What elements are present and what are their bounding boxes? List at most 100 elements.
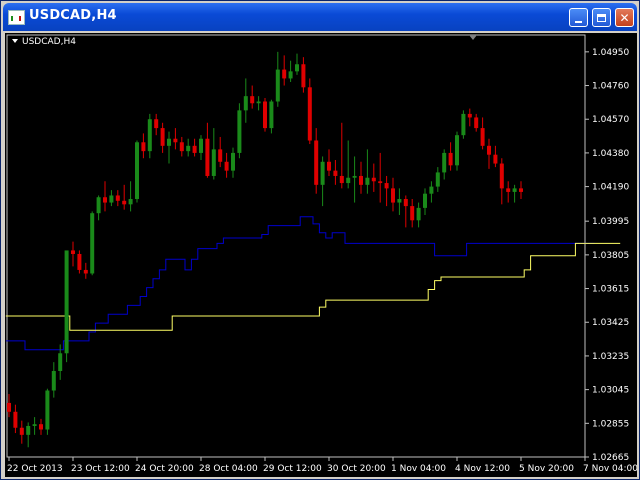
lower-channel-line	[5, 242, 621, 331]
candle-body	[365, 177, 370, 185]
candle-body	[211, 149, 216, 176]
candle-body	[71, 250, 75, 254]
close-button[interactable]: ✕	[615, 8, 634, 27]
candle-body	[499, 163, 504, 189]
symbol-label: USDCAD,H4	[12, 37, 76, 47]
x-tick-label: 22 Oct 2013	[7, 464, 63, 474]
candle-body	[275, 69, 280, 102]
x-tick-label: 4 Nov 12:00	[455, 464, 510, 474]
y-tick-label: 1.03615	[592, 285, 629, 295]
x-tick-label: 29 Oct 12:00	[263, 464, 322, 474]
x-tick-label: 30 Oct 20:00	[327, 464, 386, 474]
candle-body	[288, 71, 293, 79]
candle-body	[90, 213, 95, 274]
candle-body	[51, 371, 56, 391]
candle-body	[26, 425, 31, 435]
candle-body	[448, 152, 453, 166]
candle-body	[128, 199, 133, 205]
candle-body	[506, 188, 511, 192]
candle-body	[295, 64, 299, 72]
x-tick-label: 24 Oct 20:00	[135, 464, 194, 474]
candle-body	[397, 199, 402, 203]
title-bar[interactable]: USDCAD,H4 ✕	[3, 3, 637, 31]
candle-body	[115, 195, 120, 201]
x-tick-label: 5 Nov 20:00	[519, 464, 574, 474]
candle-body	[160, 128, 165, 146]
candle-body	[403, 199, 408, 207]
candle-body	[39, 424, 43, 430]
candle-body	[103, 197, 107, 203]
candle-body	[218, 149, 223, 162]
y-tick-label: 1.02855	[592, 419, 629, 429]
candle-body	[96, 197, 101, 214]
candle-body	[512, 188, 517, 192]
candle-body	[461, 113, 466, 136]
candle-body	[199, 138, 203, 153]
candle-body	[314, 140, 319, 185]
candle-body	[83, 269, 88, 274]
candle-body	[135, 142, 139, 200]
candle-body	[429, 186, 434, 194]
y-tick-label: 1.04760	[592, 82, 629, 92]
candle-body	[224, 161, 229, 171]
candle-body	[269, 101, 274, 129]
terminal-chart-icon	[8, 10, 25, 25]
candle-body	[256, 101, 261, 104]
y-tick-label: 1.04190	[592, 183, 629, 193]
y-tick-label: 1.03425	[592, 318, 629, 328]
candle-body	[147, 119, 152, 152]
dropdown-arrow-icon	[12, 39, 18, 43]
candle-body	[19, 427, 24, 435]
candle-body	[45, 390, 50, 430]
candle-body	[77, 253, 82, 270]
candle-body	[250, 96, 255, 104]
candle-body	[352, 175, 357, 178]
candle-body	[416, 207, 421, 221]
y-tick-label: 1.03805	[592, 251, 629, 261]
y-tick-label: 1.02665	[592, 453, 629, 463]
candle-body	[391, 188, 395, 203]
candle-body	[384, 183, 389, 189]
x-tick-label: 28 Oct 04:00	[199, 464, 258, 474]
candle-body	[154, 119, 159, 129]
candle-body	[467, 113, 472, 118]
candle-body	[442, 152, 447, 173]
candle-body	[32, 424, 37, 426]
candle-body	[186, 145, 191, 152]
candle-body	[339, 175, 344, 184]
y-tick-label: 1.04570	[592, 115, 629, 125]
x-tick-label: 23 Oct 12:00	[71, 464, 130, 474]
candle-body	[346, 177, 351, 184]
candle-body	[435, 172, 440, 187]
minimize-button[interactable]	[569, 8, 588, 27]
candle-body	[327, 161, 331, 171]
candle-body	[320, 161, 325, 185]
candle-body	[7, 402, 11, 412]
candle-body	[192, 145, 197, 153]
price-chart[interactable]: 1.04950 1.04760 1.04570 1.04380 1.04190 1.039…	[5, 33, 637, 477]
y-tick-label: 1.04380	[592, 149, 629, 159]
y-tick-label: 1.04950	[592, 48, 629, 58]
maximize-button[interactable]	[592, 8, 611, 27]
chart-area[interactable]: 1.04950 1.04760 1.04570 1.04380 1.04190 1.039…	[5, 33, 637, 477]
candle-body	[301, 64, 306, 88]
candle-body	[282, 69, 287, 79]
candle-body	[307, 87, 312, 141]
candle-body	[237, 110, 242, 153]
candle-body	[378, 181, 383, 184]
candle-body	[64, 250, 69, 354]
x-tick-label: 1 Nov 04:00	[391, 464, 446, 474]
candle-body	[371, 177, 376, 182]
candle-body	[141, 142, 146, 152]
candle-body	[333, 170, 338, 176]
candle-body	[205, 138, 210, 176]
x-tick-label: 7 Nov 04:00	[583, 464, 637, 474]
candle-body	[173, 138, 178, 143]
candle-body	[231, 152, 235, 171]
shift-marker-icon	[469, 35, 477, 40]
candle-body	[487, 145, 491, 155]
chart-window: USDCAD,H4 ✕ 1.04950 1.04760 1.04570 1.04380…	[0, 0, 640, 480]
maximize-icon	[597, 13, 606, 22]
minimize-icon	[575, 20, 582, 23]
candle-body	[359, 175, 363, 185]
